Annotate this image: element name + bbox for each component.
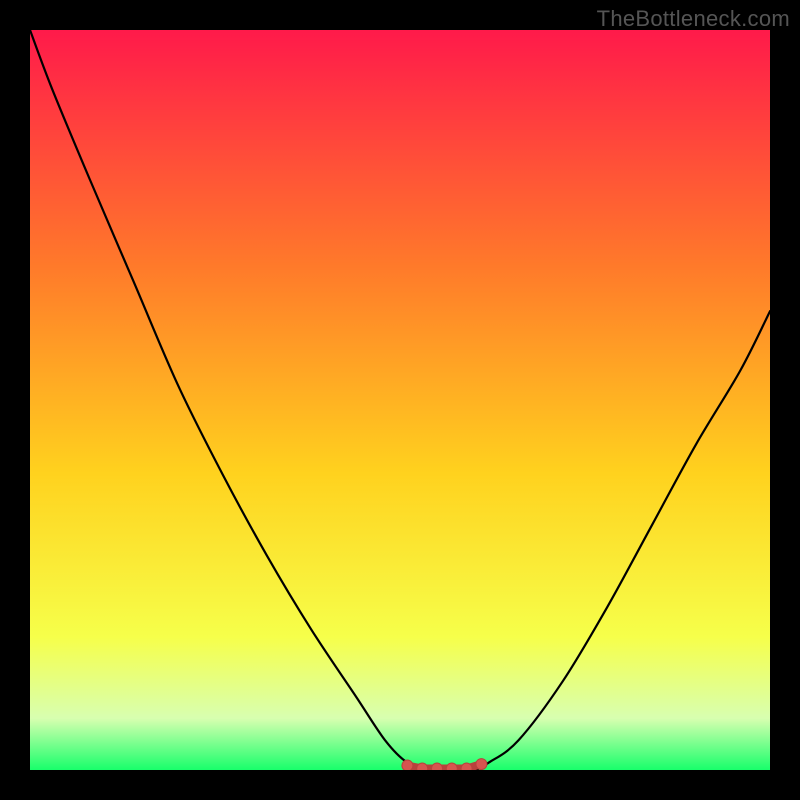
plot-area — [30, 30, 770, 770]
optimal-zone-dot — [476, 759, 487, 770]
bottleneck-chart — [30, 30, 770, 770]
gradient-background — [30, 30, 770, 770]
optimal-zone-dot — [461, 763, 472, 770]
optimal-zone-dot — [432, 763, 443, 770]
optimal-zone-dot — [402, 760, 413, 770]
optimal-zone-dot — [417, 763, 428, 770]
watermark-text: TheBottleneck.com — [597, 6, 790, 32]
chart-frame: TheBottleneck.com — [0, 0, 800, 800]
optimal-zone-dot — [446, 763, 457, 770]
